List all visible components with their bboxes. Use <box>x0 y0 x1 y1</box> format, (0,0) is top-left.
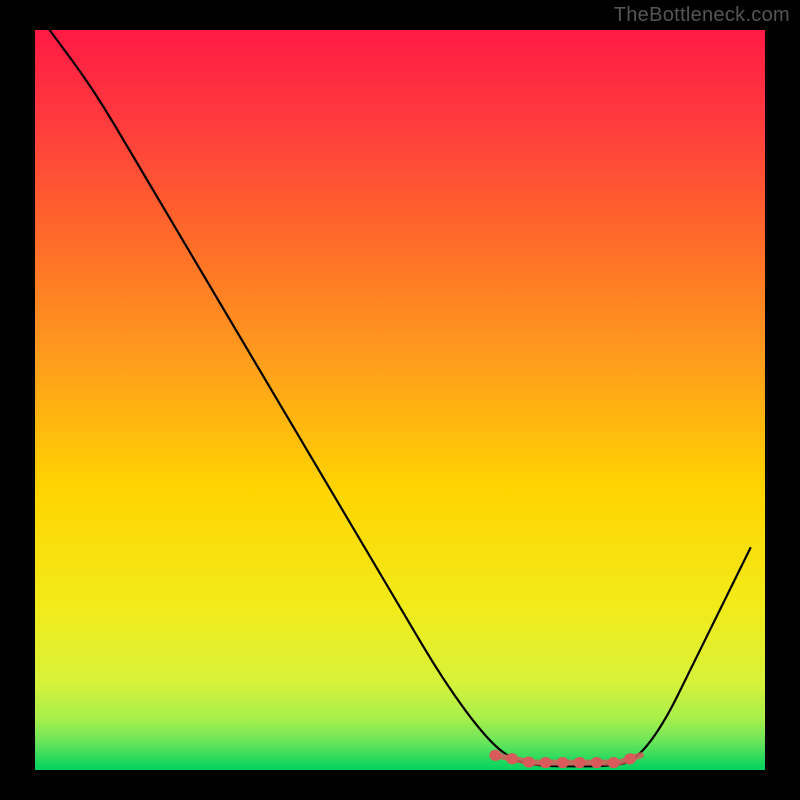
chart-frame: TheBottleneck.com <box>0 0 800 800</box>
chart-svg <box>0 0 800 800</box>
plot-area <box>35 30 765 770</box>
